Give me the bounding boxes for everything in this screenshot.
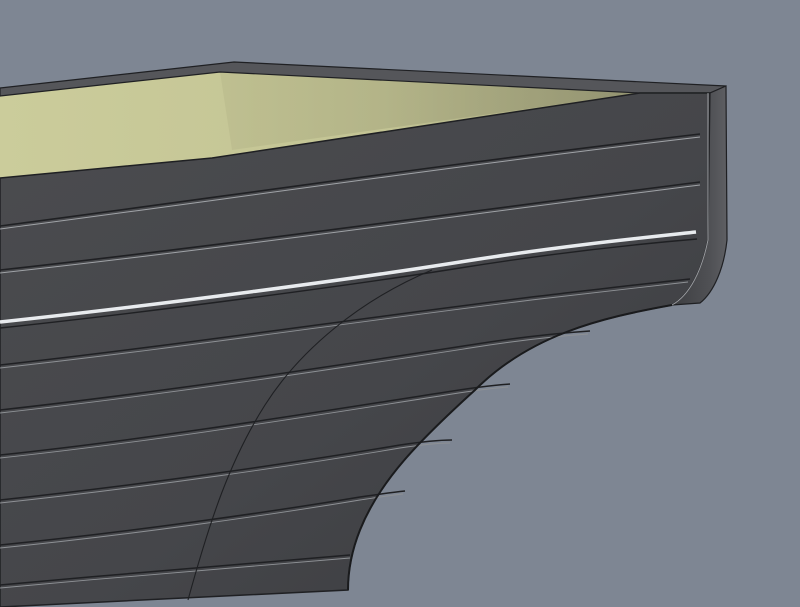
3d-viewport[interactable] — [0, 0, 800, 607]
boat-hull-model[interactable] — [0, 0, 800, 607]
